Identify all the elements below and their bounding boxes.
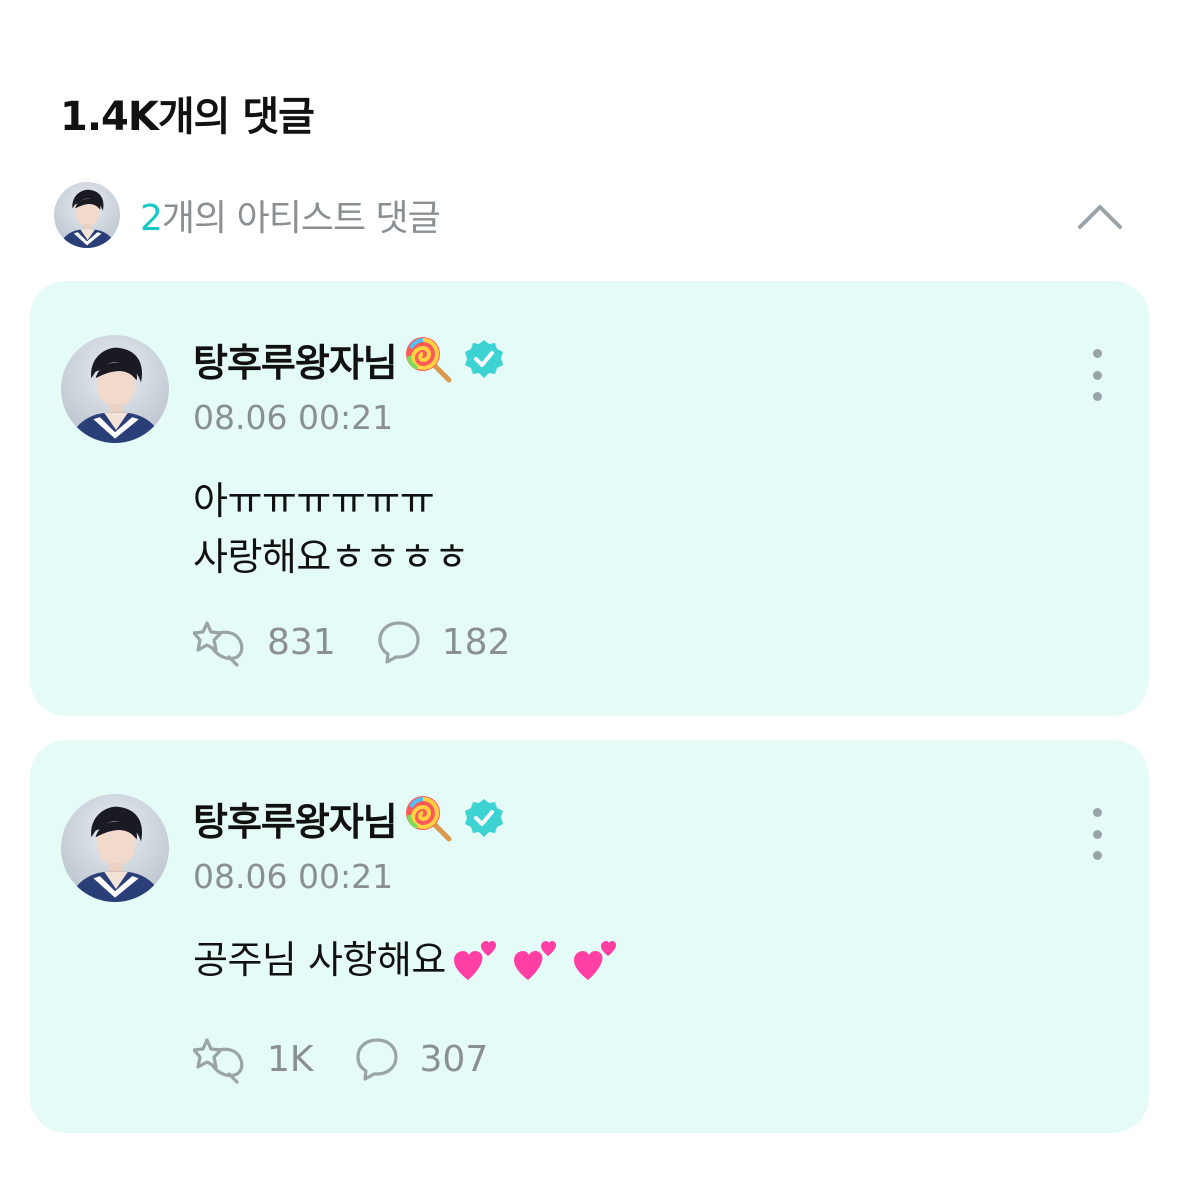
comment-text-line: 사랑해요ㅎㅎㅎㅎ [193,535,469,579]
reply-count: 182 [441,621,511,663]
comment-author-name[interactable]: 탕후루왕자님 [193,332,398,387]
verified-badge-icon [464,340,503,378]
lollipop-icon [405,337,452,383]
like-button[interactable]: 1K [193,1034,314,1084]
comment-text-line: 공주님 사항해요 [193,932,618,988]
speech-bubble-icon [355,1038,398,1081]
artist-comments-label: 2개의 아티스트 댓글 [140,189,441,241]
star-hand-icon [193,621,244,667]
comment-timestamp: 08.06 00:21 [193,398,394,437]
comment-timestamp: 08.06 00:21 [193,857,394,896]
lollipop-icon [405,796,452,842]
comment-author-row: 탕후루왕자님 [193,788,505,848]
comment-author-row: 탕후루왕자님 [193,329,505,389]
reply-button[interactable]: 307 [354,1036,489,1082]
artist-avatar [54,182,120,248]
star-hand-icon [193,1038,244,1084]
reply-button[interactable]: 182 [376,619,511,665]
reply-count: 307 [419,1038,489,1080]
like-count: 831 [267,621,336,663]
comment-text-line: 아ㅠㅠㅠㅠㅠㅠ [193,479,435,523]
verified-badge-icon [464,799,503,837]
comments-count-title: 1.4K개의 댓글 [60,94,315,140]
comment-actions: 831 182 [193,617,510,667]
comment-text: 공주님 사항해요 [193,938,446,982]
two-hearts-icon [573,940,616,980]
more-options-icon[interactable] [1087,349,1107,401]
two-hearts-icon [513,940,556,980]
artist-comment-count: 2 [140,198,163,239]
artist-comments-toggle[interactable]: 2개의 아티스트 댓글 [54,180,1126,250]
like-count: 1K [267,1038,314,1080]
like-button[interactable]: 831 [193,617,336,667]
artist-comment-label-text: 개의 아티스트 댓글 [161,198,441,239]
avatar[interactable] [61,794,169,902]
avatar[interactable] [61,335,169,443]
artist-comment-card: 탕후루왕자님 08.06 00:21 공주님 사항해요 1K 307 [30,740,1149,1133]
speech-bubble-icon [378,621,420,664]
comment-body: 공주님 사항해요 [193,932,618,988]
more-options-icon[interactable] [1087,808,1107,860]
comment-author-name[interactable]: 탕후루왕자님 [193,791,398,846]
comment-actions: 1K 307 [193,1034,488,1084]
two-hearts-icon [453,940,496,980]
hearts-emoji-group [452,940,618,986]
comment-body: 아ㅠㅠㅠㅠㅠㅠ 사랑해요ㅎㅎㅎㅎ [193,473,469,585]
chevron-up-icon[interactable] [1074,190,1126,242]
artist-comment-card: 탕후루왕자님 08.06 00:21 아ㅠㅠㅠㅠㅠㅠ 사랑해요ㅎㅎㅎㅎ 831 [30,281,1149,716]
